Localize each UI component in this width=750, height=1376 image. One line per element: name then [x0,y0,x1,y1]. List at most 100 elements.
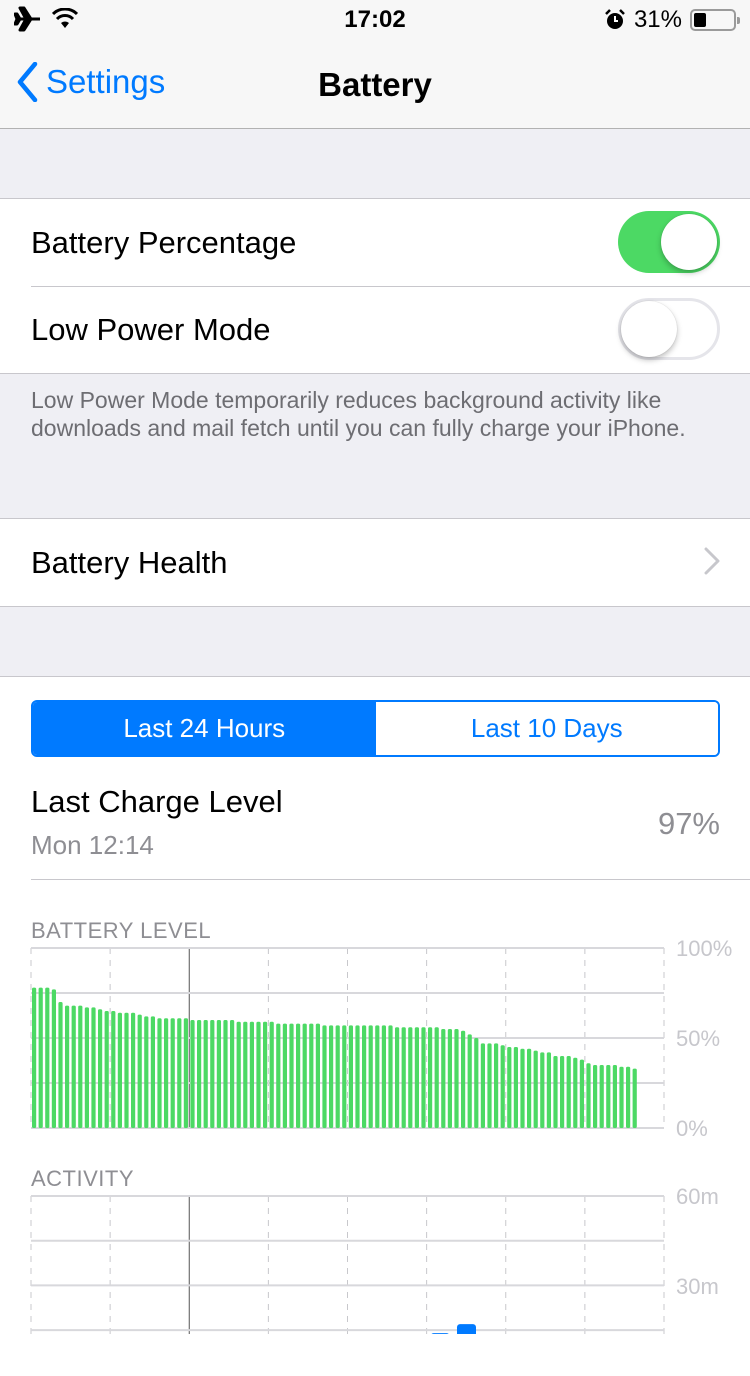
battery-percentage-label: Battery Percentage [31,224,297,260]
battery-bar [375,1025,380,1128]
battery-bar [553,1056,558,1128]
battery-bar [216,1020,221,1128]
battery-bar [203,1020,208,1128]
battery-bar [573,1057,578,1128]
low-power-mode-row: Low Power Mode [0,286,750,373]
battery-bar [276,1023,281,1128]
battery-bar [78,1005,83,1128]
battery-fill [694,13,706,27]
time-range-segmented-control: Last 24 Hours Last 10 Days [31,700,720,757]
battery-bar [322,1025,327,1128]
y-tick-label: 0% [676,1116,708,1140]
y-tick-label: 60m [676,1188,719,1209]
last-charge-title: Last Charge Level [31,784,283,819]
navigation-bar: Settings Battery [0,40,750,129]
low-power-mode-note: Low Power Mode temporarily reduces backg… [31,387,686,441]
last-charge-value: 97% [657,806,720,841]
last-charge-time: Mon 12:14 [31,830,154,860]
battery-bar [296,1023,301,1128]
battery-bar [368,1025,373,1128]
battery-bar [137,1014,142,1128]
battery-percentage-switch[interactable] [618,211,720,273]
battery-bar [91,1007,96,1128]
battery-bar [362,1025,367,1128]
battery-bar [533,1050,538,1128]
y-tick-label: 30m [676,1274,719,1299]
activity-chart: 60m 30m [30,1188,719,1334]
battery-bar [197,1020,202,1128]
battery-icon [690,9,740,31]
battery-bar [381,1025,386,1128]
battery-bar [65,1005,70,1128]
tab-last-24-hours[interactable]: Last 24 Hours [33,702,376,755]
alarm-icon [605,9,625,29]
battery-bar [441,1029,446,1128]
battery-bar [289,1023,294,1128]
battery-bar [144,1016,149,1128]
page-title: Battery [318,66,432,103]
battery-bar [210,1020,215,1128]
battery-level-chart: 100% 50% 0% [30,940,732,1140]
y-tick-label: 100% [676,940,732,961]
battery-bar [546,1052,551,1128]
battery-bar [236,1021,241,1128]
battery-bar [348,1025,353,1128]
battery-bar [269,1021,274,1128]
battery-bar [579,1059,584,1128]
battery-bar [157,1018,162,1128]
battery-bar [461,1030,466,1128]
battery-bar [414,1027,419,1128]
battery-bar [527,1048,532,1128]
battery-bar [507,1047,512,1128]
battery-bar [302,1023,307,1128]
battery-health-label: Battery Health [31,544,228,580]
battery-bar [480,1043,485,1128]
battery-bar [487,1043,492,1128]
battery-bar [513,1047,518,1128]
battery-bar [335,1025,340,1128]
battery-percentage-row: Battery Percentage [0,199,750,286]
battery-health-row[interactable]: Battery Health [0,519,750,606]
battery-bar [104,1011,109,1128]
battery-bar [223,1020,228,1128]
battery-bar [355,1025,360,1128]
battery-bar [263,1021,268,1128]
battery-bar [45,987,50,1128]
battery-bar [249,1021,254,1128]
battery-bar [315,1023,320,1128]
battery-bar [447,1029,452,1128]
battery-bar [38,987,43,1128]
battery-bar [520,1048,525,1128]
status-bar: 17:02 31% [0,0,750,40]
battery-bar [256,1021,261,1128]
battery-bar [84,1007,89,1128]
battery-bar [190,1020,195,1128]
battery-bar [32,987,37,1128]
y-tick-label: 50% [676,1026,720,1051]
status-right: 31% [604,6,740,34]
battery-bar [408,1027,413,1128]
battery-bar [540,1052,545,1128]
low-power-mode-switch[interactable] [618,298,720,360]
switch-knob [621,301,677,357]
battery-bar [454,1029,459,1128]
battery-bar [619,1066,624,1128]
battery-bar [474,1038,479,1128]
battery-bar [388,1025,393,1128]
battery-bar [124,1012,129,1128]
tab-last-10-days[interactable]: Last 10 Days [375,702,718,755]
battery-bar [593,1065,598,1128]
battery-bar [58,1002,63,1128]
activity-bar [457,1324,476,1334]
battery-health-group: Battery Health [0,518,750,607]
battery-bar [566,1056,571,1128]
toggles-group: Battery Percentage Low Power Mode [0,198,750,374]
divider [31,879,750,880]
battery-bar [164,1018,169,1128]
battery-percent: 31% [633,6,682,33]
battery-bar [98,1009,103,1128]
battery-bar [177,1018,182,1128]
switch-knob [661,214,717,270]
battery-bar [632,1068,637,1128]
battery-bar [500,1045,505,1128]
